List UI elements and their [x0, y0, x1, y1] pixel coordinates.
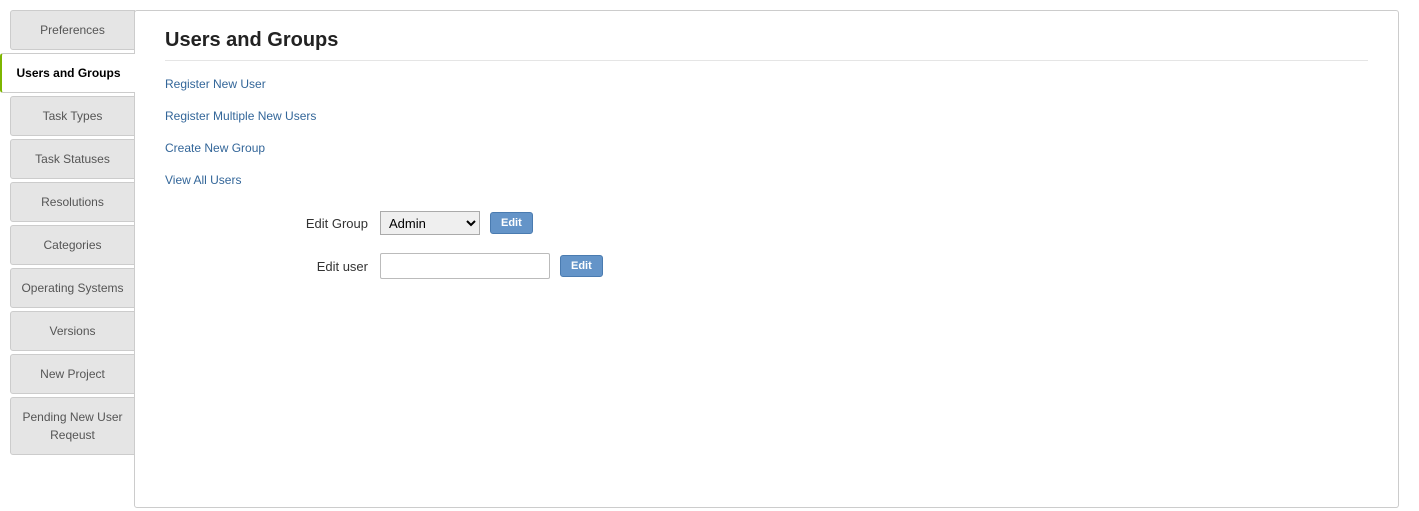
edit-user-input[interactable] — [380, 253, 550, 279]
page-title: Users and Groups — [165, 29, 1368, 61]
sidebar-item-task-statuses[interactable]: Task Statuses — [10, 139, 135, 179]
sidebar-item-new-project[interactable]: New Project — [10, 354, 135, 394]
edit-group-button[interactable]: Edit — [490, 212, 533, 234]
sidebar-item-users-groups[interactable]: Users and Groups — [0, 53, 135, 93]
sidebar-item-versions[interactable]: Versions — [10, 311, 135, 351]
sidebar-item-label: Task Statuses — [35, 152, 110, 166]
edit-group-label: Edit Group — [165, 216, 380, 231]
sidebar-item-resolutions[interactable]: Resolutions — [10, 182, 135, 222]
edit-user-label: Edit user — [165, 259, 380, 274]
register-multiple-users-link[interactable]: Register Multiple New Users — [165, 109, 1368, 123]
sidebar-item-task-types[interactable]: Task Types — [10, 96, 135, 136]
edit-group-select[interactable]: Admin — [380, 211, 480, 235]
sidebar-item-label: Preferences — [40, 23, 105, 37]
sidebar-item-label: Task Types — [43, 109, 103, 123]
container: Preferences Users and Groups Task Types … — [0, 0, 1419, 511]
sidebar-item-categories[interactable]: Categories — [10, 225, 135, 265]
sidebar-item-operating-systems[interactable]: Operating Systems — [10, 268, 135, 308]
create-new-group-link[interactable]: Create New Group — [165, 141, 1368, 155]
action-links: Register New User Register Multiple New … — [165, 77, 1368, 187]
sidebar-item-label: Users and Groups — [16, 66, 120, 80]
edit-group-row: Edit Group Admin Edit — [165, 211, 1368, 235]
edit-user-button[interactable]: Edit — [560, 255, 603, 277]
sidebar-item-label: Versions — [49, 324, 95, 338]
sidebar-item-label: Pending New User Reqeust — [22, 410, 122, 442]
main-panel: Users and Groups Register New User Regis… — [134, 10, 1399, 508]
sidebar-item-label: Categories — [43, 238, 101, 252]
register-new-user-link[interactable]: Register New User — [165, 77, 1368, 91]
sidebar-item-label: Resolutions — [41, 195, 104, 209]
view-all-users-link[interactable]: View All Users — [165, 173, 1368, 187]
sidebar-item-label: Operating Systems — [21, 281, 123, 295]
sidebar-item-label: New Project — [40, 367, 105, 381]
sidebar-item-pending-user-request[interactable]: Pending New User Reqeust — [10, 397, 135, 455]
sidebar: Preferences Users and Groups Task Types … — [0, 10, 135, 511]
edit-user-row: Edit user Edit — [165, 253, 1368, 279]
sidebar-item-preferences[interactable]: Preferences — [10, 10, 135, 50]
